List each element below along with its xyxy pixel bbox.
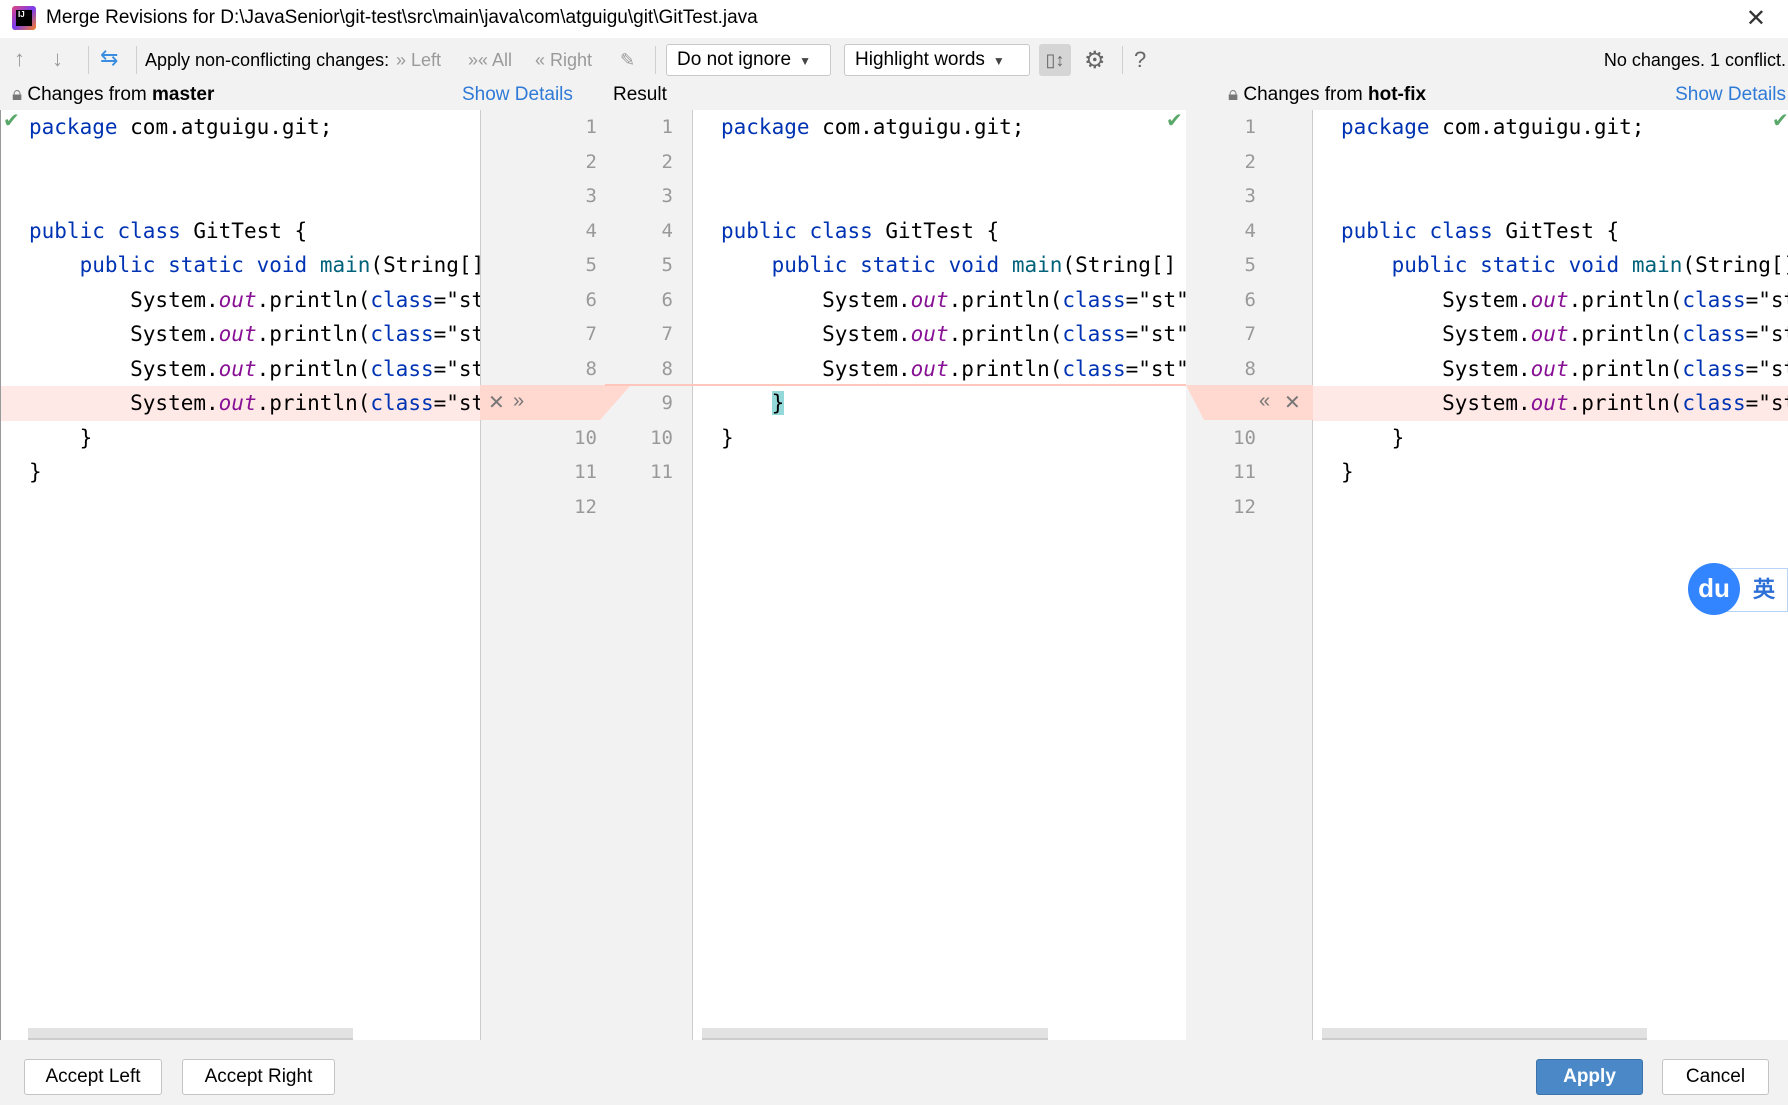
magic-wand-icon[interactable]: ✎ <box>620 50 635 71</box>
accept-left-button[interactable]: Accept Left <box>24 1059 162 1095</box>
status-text: No changes. 1 conflict. <box>1603 50 1786 70</box>
ignore-left-change-icon[interactable]: ✕ <box>488 390 505 415</box>
double-chevron-right-icon: » <box>396 50 412 70</box>
apply-non-conflicting-label: Apply non-conflicting changes: <box>145 50 390 70</box>
check-icon: ✔ <box>1166 110 1183 132</box>
code-line: } <box>29 425 93 450</box>
code-line: System.out.println(class="st">"hello,git… <box>721 322 1186 346</box>
window-title: Merge Revisions for D:\JavaSenior\git-te… <box>46 7 758 28</box>
sync-scroll-toggle[interactable]: ▯↕ <box>1039 44 1071 76</box>
right-pane-header: 🔒︎ Changes from hot-fix <box>1228 84 1427 105</box>
double-chevron-left-icon: « <box>535 50 551 70</box>
apply-all-button[interactable]: »« All <box>468 50 512 71</box>
result-horizontal-scrollbar[interactable] <box>702 1028 1048 1040</box>
left-horizontal-scrollbar[interactable] <box>28 1028 353 1040</box>
code-line: package com.atguigu.git; <box>721 115 1025 139</box>
left-pane-header: 🔒︎ Changes from master <box>12 84 215 105</box>
right-connector <box>1186 385 1313 420</box>
right-horizontal-scrollbar[interactable] <box>1322 1028 1647 1040</box>
code-line: public static void main(String[] args) { <box>771 253 1177 277</box>
double-chevron-both-icon: »« <box>468 50 493 70</box>
code-line: public static void main(String[] args) { <box>1391 253 1788 277</box>
code-line: } <box>721 425 734 450</box>
lock-icon: 🔒︎ <box>12 84 23 105</box>
code-line: System.out.println(class="st">"hello,git… <box>29 356 480 381</box>
result-header: Result <box>613 84 667 105</box>
code-line: System.out.println(class="st hl">"hot-fi… <box>1313 386 1788 421</box>
close-icon[interactable]: ✕ <box>1746 4 1766 33</box>
code-line: public class GitTest { <box>29 218 308 243</box>
ignore-right-change-icon[interactable]: ✕ <box>1284 390 1301 415</box>
result-conflict-marker <box>692 384 1186 386</box>
code-line: public class GitTest { <box>721 218 1000 243</box>
code-line: public static void main(String[] args) { <box>79 253 480 277</box>
right-show-details-link[interactable]: Show Details <box>1675 84 1786 106</box>
code-line: System.out.println(class="st hl">"master <box>1 386 480 421</box>
next-difference-icon[interactable]: ↓ <box>52 46 63 72</box>
code-line: public class GitTest { <box>1341 218 1620 243</box>
code-line: } <box>1341 460 1354 484</box>
code-line: } <box>771 391 785 415</box>
accept-left-change-icon[interactable]: » <box>513 390 524 413</box>
code-line: System.out.println(class="st">"hello,git… <box>721 356 1186 381</box>
baidu-ime-logo[interactable]: du <box>1688 563 1740 615</box>
code-line: System.out.println(class="st">"hello,git… <box>721 287 1186 312</box>
result-editor[interactable]: package com.atguigu.git; public class Git… <box>692 110 1186 1040</box>
apply-left-button[interactable]: » Left <box>396 50 441 71</box>
gear-icon[interactable]: ⚙ <box>1084 46 1106 75</box>
resolve-magic-icon[interactable]: ⇆ <box>100 45 118 71</box>
help-icon[interactable]: ? <box>1134 47 1146 73</box>
code-line: package com.atguigu.git; <box>29 115 333 139</box>
left-editor[interactable]: package com.atguigu.git; public class Git… <box>0 110 480 1040</box>
code-line: System.out.println(class="st">"hello,git… <box>29 287 480 312</box>
code-line: System.out.println(class="st">"hello,git… <box>1341 287 1788 312</box>
title-bar: IJ Merge Revisions for D:\JavaSenior\git… <box>0 0 1788 38</box>
code-line: } <box>29 460 42 484</box>
prev-difference-icon[interactable]: ↑ <box>14 46 25 72</box>
highlight-dropdown[interactable]: Highlight words ▼ <box>844 44 1030 76</box>
code-line: } <box>1341 425 1405 450</box>
chevron-down-icon: ▼ <box>799 54 811 68</box>
code-line: package com.atguigu.git; <box>1341 115 1645 139</box>
accept-right-button[interactable]: Accept Right <box>182 1059 335 1095</box>
cancel-button[interactable]: Cancel <box>1662 1059 1769 1095</box>
accept-right-change-icon[interactable]: « <box>1259 390 1270 413</box>
code-line: System.out.println(class="st">"hello,git… <box>29 322 480 346</box>
intellij-logo-icon: IJ <box>12 6 36 30</box>
apply-right-button[interactable]: « Right <box>535 50 592 71</box>
ignore-whitespace-dropdown[interactable]: Do not ignore ▼ <box>666 44 831 76</box>
code-line: System.out.println(class="st">"hello,git… <box>1341 356 1788 381</box>
chevron-down-icon: ▼ <box>992 54 1005 68</box>
code-line: System.out.println(class="st">"hello,git… <box>1341 322 1788 346</box>
check-icon: ✔ <box>3 110 20 132</box>
left-show-details-link[interactable]: Show Details <box>462 84 573 106</box>
apply-button[interactable]: Apply <box>1536 1059 1643 1095</box>
left-connector <box>480 384 692 420</box>
check-icon: ✔ <box>1772 110 1788 132</box>
lock-icon: 🔒︎ <box>1228 84 1239 105</box>
